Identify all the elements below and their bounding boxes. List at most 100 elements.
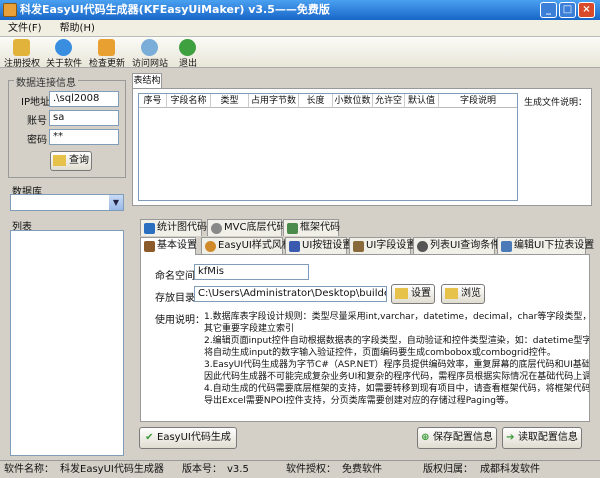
usage-note: 4.自动生成的代码需要底层框架的支持，如需要转移到现有项目中，请查看框架代码，将… — [204, 384, 589, 394]
app-icon — [3, 3, 17, 17]
menu-help[interactable]: 帮助(H) — [60, 20, 95, 37]
connection-group: 数据连接信息 IP地址 .\sql2008 账号 sa 密码 ** 查询 — [8, 74, 126, 178]
tab-edit-dropdown[interactable]: 编辑UI下拉表设置 — [497, 237, 594, 254]
load-config-button[interactable]: ➔ 读取配置信息 — [502, 427, 582, 449]
gear-icon — [211, 223, 222, 234]
tab-ui-fields[interactable]: UI字段设置 — [349, 237, 416, 254]
register-label: 注册授权 — [3, 59, 40, 69]
query-label: 查询 — [69, 155, 89, 166]
plus-icon: ⊕ — [421, 432, 433, 443]
col-bytes: 占用字节数 — [249, 94, 299, 108]
usage-label: 使用说明： — [155, 315, 205, 326]
generate-button[interactable]: ✔ EasyUI代码生成 — [139, 427, 237, 449]
col-type: 类型 — [211, 94, 249, 108]
tab-basic-settings[interactable]: 基本设置 — [140, 237, 197, 255]
status-name-value: 科发EasyUI代码生成器 — [60, 464, 164, 475]
maximize-button[interactable]: □ — [559, 2, 576, 18]
key-icon — [13, 39, 30, 56]
col-field-name: 字段名称 — [167, 94, 211, 108]
browse-button[interactable]: 浏览 — [441, 284, 485, 304]
folder-icon — [395, 287, 408, 299]
search-icon — [417, 241, 428, 252]
tab-label: 框架代码 — [300, 222, 340, 233]
usage-note: 3.EasyUI代码生成器为字节C#（ASP.NET）程序员提供编码效率，重复屏… — [204, 360, 589, 370]
usage-note: 将自动生成input的数字输入验证控件，页面编码要生成combobox或comb… — [204, 348, 556, 358]
namespace-input[interactable]: kfMis — [194, 264, 309, 280]
directory-label: 存放目录 — [155, 293, 195, 304]
namespace-label: 命名空间 — [155, 271, 195, 282]
tab-label: UI按钮设置 — [302, 240, 353, 251]
status-bar: 软件名称： 科发EasyUI代码生成器 版本号： v3.5 软件授权： 免费软件… — [0, 460, 600, 478]
update-button[interactable]: 检查更新 — [86, 37, 128, 69]
minimize-button[interactable]: _ — [540, 2, 557, 18]
status-auth-value: 免费软件 — [342, 464, 382, 475]
tab-framework-code[interactable]: 框架代码 — [283, 219, 340, 236]
load-icon: ➔ — [506, 432, 518, 443]
user-input[interactable]: sa — [49, 110, 119, 126]
query-icon — [53, 154, 66, 166]
database-select[interactable] — [10, 194, 124, 211]
tab-label: MVC底层代码 — [224, 222, 287, 233]
tab-label: 统计图代码 — [157, 222, 207, 233]
chart-icon — [144, 223, 155, 234]
tab-chart-code[interactable]: 统计图代码 — [140, 219, 207, 236]
col-decimals: 小数位数 — [333, 94, 373, 108]
table-list[interactable] — [10, 230, 124, 456]
checkmark-icon: ✔ — [145, 432, 158, 443]
globe-icon — [141, 39, 158, 56]
field-grid[interactable]: 序号 字段名称 类型 占用字节数 长度 小数位数 允许空 默认值 字段说明 — [138, 93, 518, 201]
tab-label: 基本设置 — [157, 240, 197, 251]
usage-note: 导出Excel需要NPOI控件支持，分页类库需要创建对应的存储过程Paging等… — [204, 396, 514, 406]
col-default: 默认值 — [405, 94, 439, 108]
user-label: 账号 — [27, 116, 47, 127]
load-label: 读取配置信息 — [517, 432, 578, 443]
window-title-bar: 科发EasyUI代码生成器(KFEasyUiMaker) v3.5——免费版 — [0, 0, 600, 20]
save-label: 保存配置信息 — [432, 432, 493, 443]
tab-ui-buttons[interactable]: UI按钮设置 — [285, 237, 352, 254]
password-label: 密码 — [27, 135, 47, 146]
update-icon — [98, 39, 115, 56]
ip-label: IP地址 — [21, 97, 50, 108]
query-button[interactable]: 查询 — [50, 151, 92, 171]
tab-label: EasyUI样式风格 — [218, 240, 292, 251]
field-icon — [353, 241, 364, 252]
palette-icon — [205, 241, 216, 252]
generate-label: EasyUI代码生成 — [157, 432, 231, 443]
tab-label: UI字段设置 — [366, 240, 417, 251]
register-button[interactable]: 注册授权 — [2, 37, 42, 69]
window-title: 科发EasyUI代码生成器(KFEasyUiMaker) v3.5——免费版 — [20, 3, 330, 16]
tab-list-query[interactable]: 列表UI查询条件 — [413, 237, 500, 254]
exit-button[interactable]: 退出 — [172, 37, 204, 69]
menu-bar: 文件(F) 帮助(H) — [0, 20, 600, 37]
status-version-label: 版本号： — [182, 464, 222, 475]
usage-note: 2.编辑页面input控件自动根据数据表的字段类型，自动验证和控件类型渲染，如：… — [204, 336, 589, 346]
set-button[interactable]: 设置 — [391, 284, 435, 304]
help-icon — [55, 39, 72, 56]
close-button[interactable]: × — [578, 2, 595, 18]
menu-file[interactable]: 文件(F) — [8, 20, 42, 37]
exit-label: 退出 — [178, 59, 197, 69]
col-index: 序号 — [139, 94, 167, 108]
website-button[interactable]: 访问网站 — [130, 37, 170, 69]
status-copyright-value: 成都科发软件 — [480, 464, 540, 475]
tab-mvc-code[interactable]: MVC底层代码 — [207, 219, 286, 236]
button-icon — [289, 241, 300, 252]
status-auth-label: 软件授权： — [286, 464, 336, 475]
chevron-down-icon[interactable]: ▼ — [109, 195, 123, 210]
tab-easyui-style[interactable]: EasyUI样式风格 — [201, 237, 292, 254]
tab-table-structure[interactable]: 表结构 — [132, 73, 162, 89]
connection-group-title: 数据连接信息 — [14, 74, 78, 89]
about-button[interactable]: 关于软件 — [44, 37, 84, 69]
col-length: 长度 — [299, 94, 333, 108]
update-label: 检查更新 — [88, 59, 125, 69]
ip-input[interactable]: .\sql2008 — [49, 91, 119, 107]
directory-input[interactable]: C:\Users\Administrator\Desktop\builder\ — [194, 286, 387, 302]
save-config-button[interactable]: ⊕ 保存配置信息 — [417, 427, 497, 449]
power-icon — [179, 39, 196, 56]
password-input[interactable]: ** — [49, 129, 119, 145]
usage-note: 其它重要字段建立索引 — [204, 324, 295, 334]
status-copyright-label: 版权归属： — [423, 464, 473, 475]
folder-open-icon — [445, 287, 458, 299]
edit-icon — [501, 241, 512, 252]
status-version-value: v3.5 — [227, 464, 249, 475]
